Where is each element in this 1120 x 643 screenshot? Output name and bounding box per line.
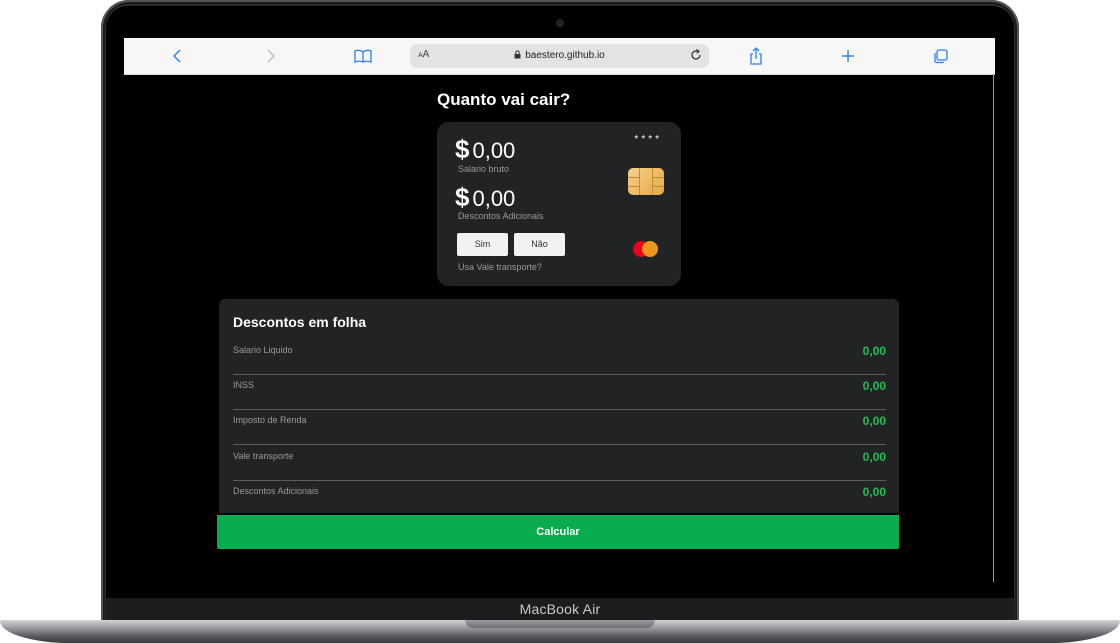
share-icon	[750, 47, 762, 65]
additional-discounts-value: 0,00	[472, 186, 516, 211]
salary-card: $0,00 Salario bruto $0,00 Descontos Adic…	[437, 122, 681, 286]
currency-symbol: $	[455, 134, 470, 164]
book-icon	[354, 49, 372, 63]
row-label: INSS	[233, 380, 255, 390]
lock-icon	[514, 50, 521, 59]
mastercard-logo-icon	[633, 240, 663, 258]
row-value: 0,00	[862, 344, 886, 358]
row-label: Descontos Adicionais	[233, 486, 319, 496]
row-label: Imposto de Renda	[233, 415, 307, 425]
table-row: Salario Liquido 0,00	[233, 339, 886, 375]
laptop-chin: MacBook Air	[106, 598, 1014, 622]
calculate-button[interactable]: Calcular	[217, 515, 899, 549]
table-row: Vale transporte 0,00	[233, 445, 886, 481]
tabs-overview-button[interactable]	[932, 46, 948, 66]
new-tab-button[interactable]	[840, 46, 856, 66]
plus-icon	[842, 50, 854, 62]
chevron-left-icon	[173, 49, 181, 63]
device-label: MacBook Air	[519, 601, 601, 617]
chevron-right-icon	[267, 49, 275, 63]
reload-icon[interactable]	[689, 48, 703, 62]
url-domain: baestero.github.io	[525, 50, 605, 61]
gross-salary-amount[interactable]: $0,00	[455, 136, 515, 164]
share-button[interactable]	[748, 46, 764, 66]
transport-question: Usa Vale transporte?	[458, 262, 542, 272]
page-title: Quanto vai cair?	[437, 90, 571, 109]
safari-toolbar: AA baestero.github.io	[124, 38, 995, 75]
forward-button[interactable]	[264, 46, 278, 66]
row-value: 0,00	[862, 485, 886, 499]
card-chip-icon	[628, 168, 664, 195]
additional-discounts-amount[interactable]: $0,00	[455, 184, 515, 212]
tabs-icon	[933, 48, 948, 63]
payroll-discounts-panel: Descontos em folha Salario Liquido 0,00 …	[219, 299, 899, 513]
additional-discounts-label: Descontos Adicionais	[458, 211, 544, 221]
masked-card-number: ****	[634, 134, 662, 145]
table-row: Descontos Adicionais 0,00	[233, 480, 886, 515]
row-value: 0,00	[862, 379, 886, 393]
screen-edge-line	[993, 74, 994, 582]
laptop-opening-notch	[465, 620, 655, 628]
bookmarks-button[interactable]	[354, 46, 372, 66]
currency-symbol: $	[455, 182, 470, 212]
gross-salary-label: Salario bruto	[458, 164, 510, 174]
row-label: Vale transporte	[233, 451, 294, 461]
table-row: Imposto de Renda 0,00	[233, 409, 886, 445]
camera-icon	[557, 20, 563, 26]
panel-title: Descontos em folha	[233, 314, 367, 330]
transport-yes-button[interactable]: Sim	[457, 233, 508, 256]
address-bar[interactable]: AA baestero.github.io	[410, 44, 709, 68]
table-row: INSS 0,00	[233, 374, 886, 410]
back-button[interactable]	[170, 46, 184, 66]
transport-no-button[interactable]: Não	[514, 233, 565, 256]
browser-screen: AA baestero.github.io Quanto vai cair? $…	[124, 38, 995, 598]
row-label: Salario Liquido	[233, 345, 293, 355]
row-value: 0,00	[862, 414, 886, 428]
gross-salary-value: 0,00	[472, 138, 516, 163]
url-display: baestero.github.io	[410, 50, 709, 61]
row-value: 0,00	[862, 450, 886, 464]
